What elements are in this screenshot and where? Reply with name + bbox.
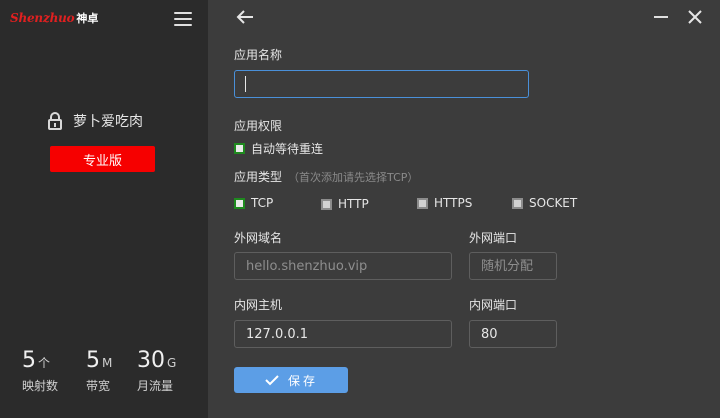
external-domain-input[interactable] <box>234 252 452 280</box>
app-name-input[interactable] <box>234 70 529 98</box>
brand-logo: Shenzhuo 神卓 <box>10 10 98 26</box>
username: 萝卜爱吃肉 <box>73 114 143 130</box>
checkbox-checked-icon <box>234 143 245 154</box>
stat-label: 带宽 <box>86 379 111 393</box>
internal-host-input[interactable] <box>234 320 452 348</box>
type-https-checkbox[interactable]: HTTPS <box>417 196 472 210</box>
type-socket-checkbox[interactable]: SOCKET <box>512 196 577 210</box>
checkbox-label: 自动等待重连 <box>251 142 324 156</box>
text-cursor <box>245 76 246 92</box>
stat-unit: G <box>167 356 177 370</box>
checkbox-checked-icon <box>234 197 245 209</box>
external-port-input[interactable] <box>469 252 557 280</box>
back-arrow-icon[interactable] <box>234 6 256 28</box>
checkbox-label: HTTP <box>338 197 369 211</box>
stat-label: 映射数 <box>22 379 59 393</box>
app-type-title: 应用类型 <box>234 170 283 184</box>
auto-reconnect-checkbox[interactable]: 自动等待重连 <box>234 140 323 157</box>
internal-port-input[interactable] <box>469 320 557 348</box>
stat-value: 5 <box>22 348 36 373</box>
external-port-label: 外网端口 <box>469 231 518 245</box>
stat-traffic: 30 G 月流量 <box>137 348 176 394</box>
internal-port-label: 内网端口 <box>469 298 518 312</box>
usage-stats: 5个 映射数 5M 带宽 30 G 月流量 <box>0 348 208 408</box>
checkmark-icon <box>265 375 279 386</box>
stat-mappings: 5个 映射数 <box>22 348 58 394</box>
app-type-label: 应用类型 （首次添加请先选择TCP） <box>234 168 418 185</box>
external-domain-label: 外网域名 <box>234 231 283 245</box>
main-panel: 应用名称 应用权限 自动等待重连 应用类型 （首次添加请先选择TCP） TCP H… <box>208 0 720 418</box>
app-type-hint: （首次添加请先选择TCP） <box>288 171 419 184</box>
close-icon[interactable] <box>686 8 704 26</box>
checkbox-label: HTTPS <box>434 196 473 210</box>
type-tcp-checkbox[interactable]: TCP <box>234 196 273 210</box>
stat-value: 5 <box>86 348 100 373</box>
minimize-icon[interactable] <box>654 16 668 18</box>
sidebar: Shenzhuo 神卓 萝卜爱吃肉 专业版 5个 映射数 5M 带宽 30 G 月… <box>0 0 208 418</box>
logo-text-en: Shenzhuo <box>10 11 75 25</box>
menu-icon[interactable] <box>174 12 192 26</box>
save-button[interactable]: 保存 <box>234 367 348 393</box>
pro-version-button[interactable]: 专业版 <box>50 146 155 172</box>
user-info: 萝卜爱吃肉 <box>48 111 143 131</box>
checkbox-unchecked-icon <box>321 198 332 210</box>
stat-label: 月流量 <box>137 379 174 393</box>
stat-bandwidth: 5M 带宽 <box>86 348 112 394</box>
stat-unit: M <box>102 356 113 370</box>
internal-host-label: 内网主机 <box>234 298 283 312</box>
checkbox-label: TCP <box>251 196 274 210</box>
checkbox-unchecked-icon <box>512 197 523 209</box>
app-name-label: 应用名称 <box>234 48 283 62</box>
checkbox-unchecked-icon <box>417 197 428 209</box>
type-http-checkbox[interactable]: HTTP <box>321 197 369 211</box>
save-label: 保存 <box>287 373 318 388</box>
stat-value: 30 <box>137 348 165 373</box>
permission-label: 应用权限 <box>234 119 283 133</box>
logo-text-cn: 神卓 <box>76 12 99 25</box>
checkbox-label: SOCKET <box>529 196 578 210</box>
lock-icon <box>48 112 62 130</box>
stat-unit: 个 <box>38 356 51 370</box>
